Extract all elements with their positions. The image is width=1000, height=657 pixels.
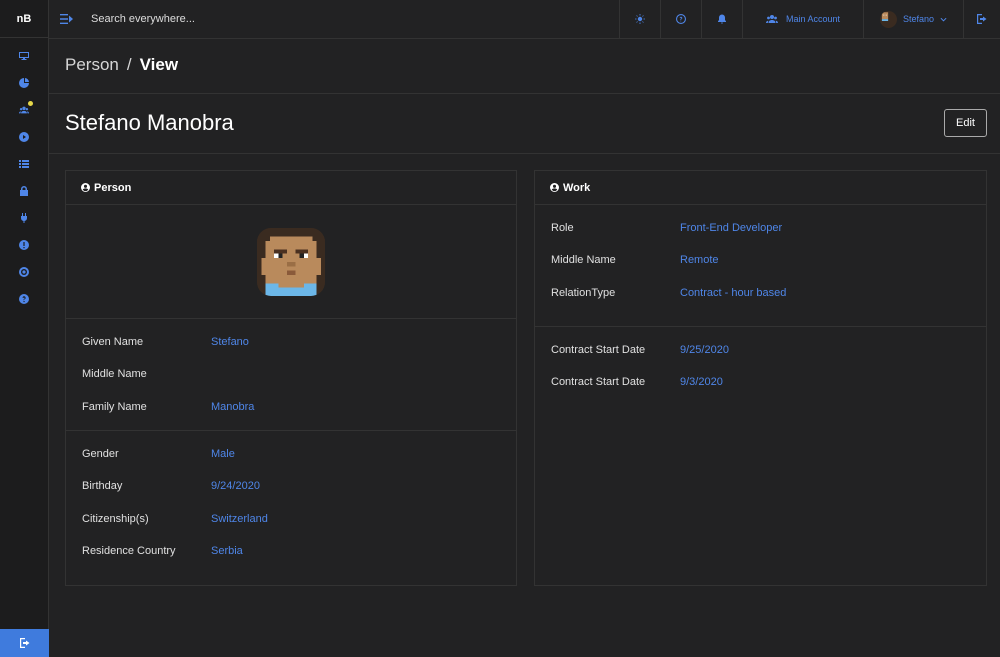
field-value[interactable]: Stefano	[211, 336, 249, 348]
monitor-icon[interactable]	[0, 42, 49, 69]
user-label: Stefano	[902, 14, 935, 24]
detail-row: Role Front-End Developer	[535, 212, 986, 244]
detail-row: Family Name Manobra	[66, 391, 516, 423]
plug-icon[interactable]	[0, 204, 49, 231]
app-logo[interactable]: nB	[0, 0, 48, 38]
user-circle-icon	[81, 183, 90, 192]
dashboard-icon[interactable]	[0, 69, 49, 96]
divider	[49, 93, 1000, 94]
notification-badge	[27, 101, 33, 106]
field-value[interactable]: Serbia	[211, 545, 243, 557]
list-icon[interactable]	[0, 150, 49, 177]
work-role-section: Role Front-End Developer Middle Name Remot…	[535, 205, 986, 327]
question-icon	[676, 14, 686, 24]
sidebar: nB	[0, 0, 49, 657]
field-label: Contract Start Date	[551, 344, 646, 357]
field-label: Middle Name	[82, 368, 147, 381]
person-names-section: Given Name Stefano Middle Name Family Nam…	[66, 319, 516, 431]
work-card-title: Work	[563, 181, 591, 194]
breadcrumb: Person / View	[65, 55, 178, 75]
work-card-header: Work	[535, 171, 986, 205]
field-label: Citizenship(s)	[82, 512, 149, 525]
avatar-section	[66, 205, 516, 319]
help-button[interactable]	[660, 0, 701, 39]
field-value[interactable]: Contract - hour based	[680, 287, 786, 299]
detail-row: Contract Start Date 9/3/2020	[535, 366, 986, 398]
sign-out-button[interactable]	[0, 629, 49, 657]
account-switcher[interactable]: Main Account	[742, 0, 863, 39]
detail-row: Given Name Stefano	[66, 326, 516, 358]
field-value[interactable]: 9/25/2020	[680, 344, 729, 356]
field-value[interactable]: Male	[211, 448, 235, 460]
user-avatar	[879, 10, 897, 28]
detail-row: Residence Country Serbia	[66, 535, 516, 567]
field-label: Given Name	[82, 336, 144, 349]
breadcrumb-current: View	[139, 55, 179, 74]
field-label: RelationType	[551, 286, 616, 299]
settings-circle-icon[interactable]	[0, 258, 49, 285]
detail-row: Citizenship(s) Switzerland	[66, 502, 516, 534]
field-value[interactable]: Switzerland	[211, 513, 268, 525]
detail-row: Gender Male	[66, 438, 516, 470]
person-card-header: Person	[66, 171, 516, 205]
detail-row: Middle Name Remote	[535, 244, 986, 276]
users-icon	[765, 15, 778, 23]
edit-button[interactable]: Edit	[944, 109, 987, 137]
field-label: Birthday	[82, 480, 123, 493]
breadcrumb-separator: /	[126, 55, 132, 74]
field-value[interactable]: 9/3/2020	[680, 376, 723, 388]
bell-icon	[718, 14, 726, 24]
detail-row: Middle Name	[66, 358, 516, 390]
user-menu[interactable]: Stefano	[863, 0, 963, 39]
person-card: Person Given Name Stefano Middle Name Fa…	[65, 170, 517, 586]
chevron-down-icon	[940, 17, 947, 22]
play-circle-icon[interactable]	[0, 123, 49, 150]
menu-collapse-icon	[60, 14, 73, 24]
field-value[interactable]: Manobra	[211, 401, 254, 413]
sign-out-icon	[19, 638, 29, 648]
person-card-title: Person	[94, 181, 132, 194]
page-title: Stefano Manobra	[65, 110, 234, 135]
theme-toggle-button[interactable]	[619, 0, 660, 39]
alert-icon[interactable]	[0, 231, 49, 258]
sidebar-toggle-button[interactable]	[49, 0, 85, 39]
breadcrumb-parent[interactable]: Person	[65, 55, 119, 74]
detail-row: Contract Start Date 9/25/2020	[535, 334, 986, 366]
field-value[interactable]: Front-End Developer	[680, 222, 782, 234]
field-label: Contract Start Date	[551, 376, 646, 389]
sun-icon	[635, 14, 645, 24]
users-icon[interactable]	[0, 96, 49, 123]
divider	[49, 153, 1000, 154]
help-icon[interactable]	[0, 285, 49, 312]
field-label: Family Name	[82, 400, 147, 413]
topbar: Main Account Stefano	[49, 0, 1000, 39]
field-value[interactable]: Remote	[680, 254, 719, 266]
work-contract-section: Contract Start Date 9/25/2020 Contract St…	[535, 327, 986, 406]
search-input[interactable]	[85, 0, 619, 39]
notifications-button[interactable]	[701, 0, 742, 39]
account-label: Main Account	[785, 14, 841, 24]
sign-out-icon	[977, 14, 987, 24]
detail-row: RelationType Contract - hour based	[535, 277, 986, 309]
field-label: Middle Name	[551, 254, 616, 267]
avatar	[257, 227, 325, 296]
logout-button[interactable]	[963, 0, 1000, 39]
field-label: Role	[551, 222, 574, 235]
detail-row: Birthday 9/24/2020	[66, 470, 516, 502]
work-card: Work Role Front-End Developer Middle Name…	[534, 170, 987, 586]
lock-icon[interactable]	[0, 177, 49, 204]
field-value[interactable]: 9/24/2020	[211, 480, 260, 492]
person-info-section: Gender Male Birthday 9/24/2020 Citizenship…	[66, 431, 516, 574]
user-circle-icon	[550, 183, 559, 192]
field-label: Gender	[82, 448, 119, 461]
field-label: Residence Country	[82, 544, 176, 557]
